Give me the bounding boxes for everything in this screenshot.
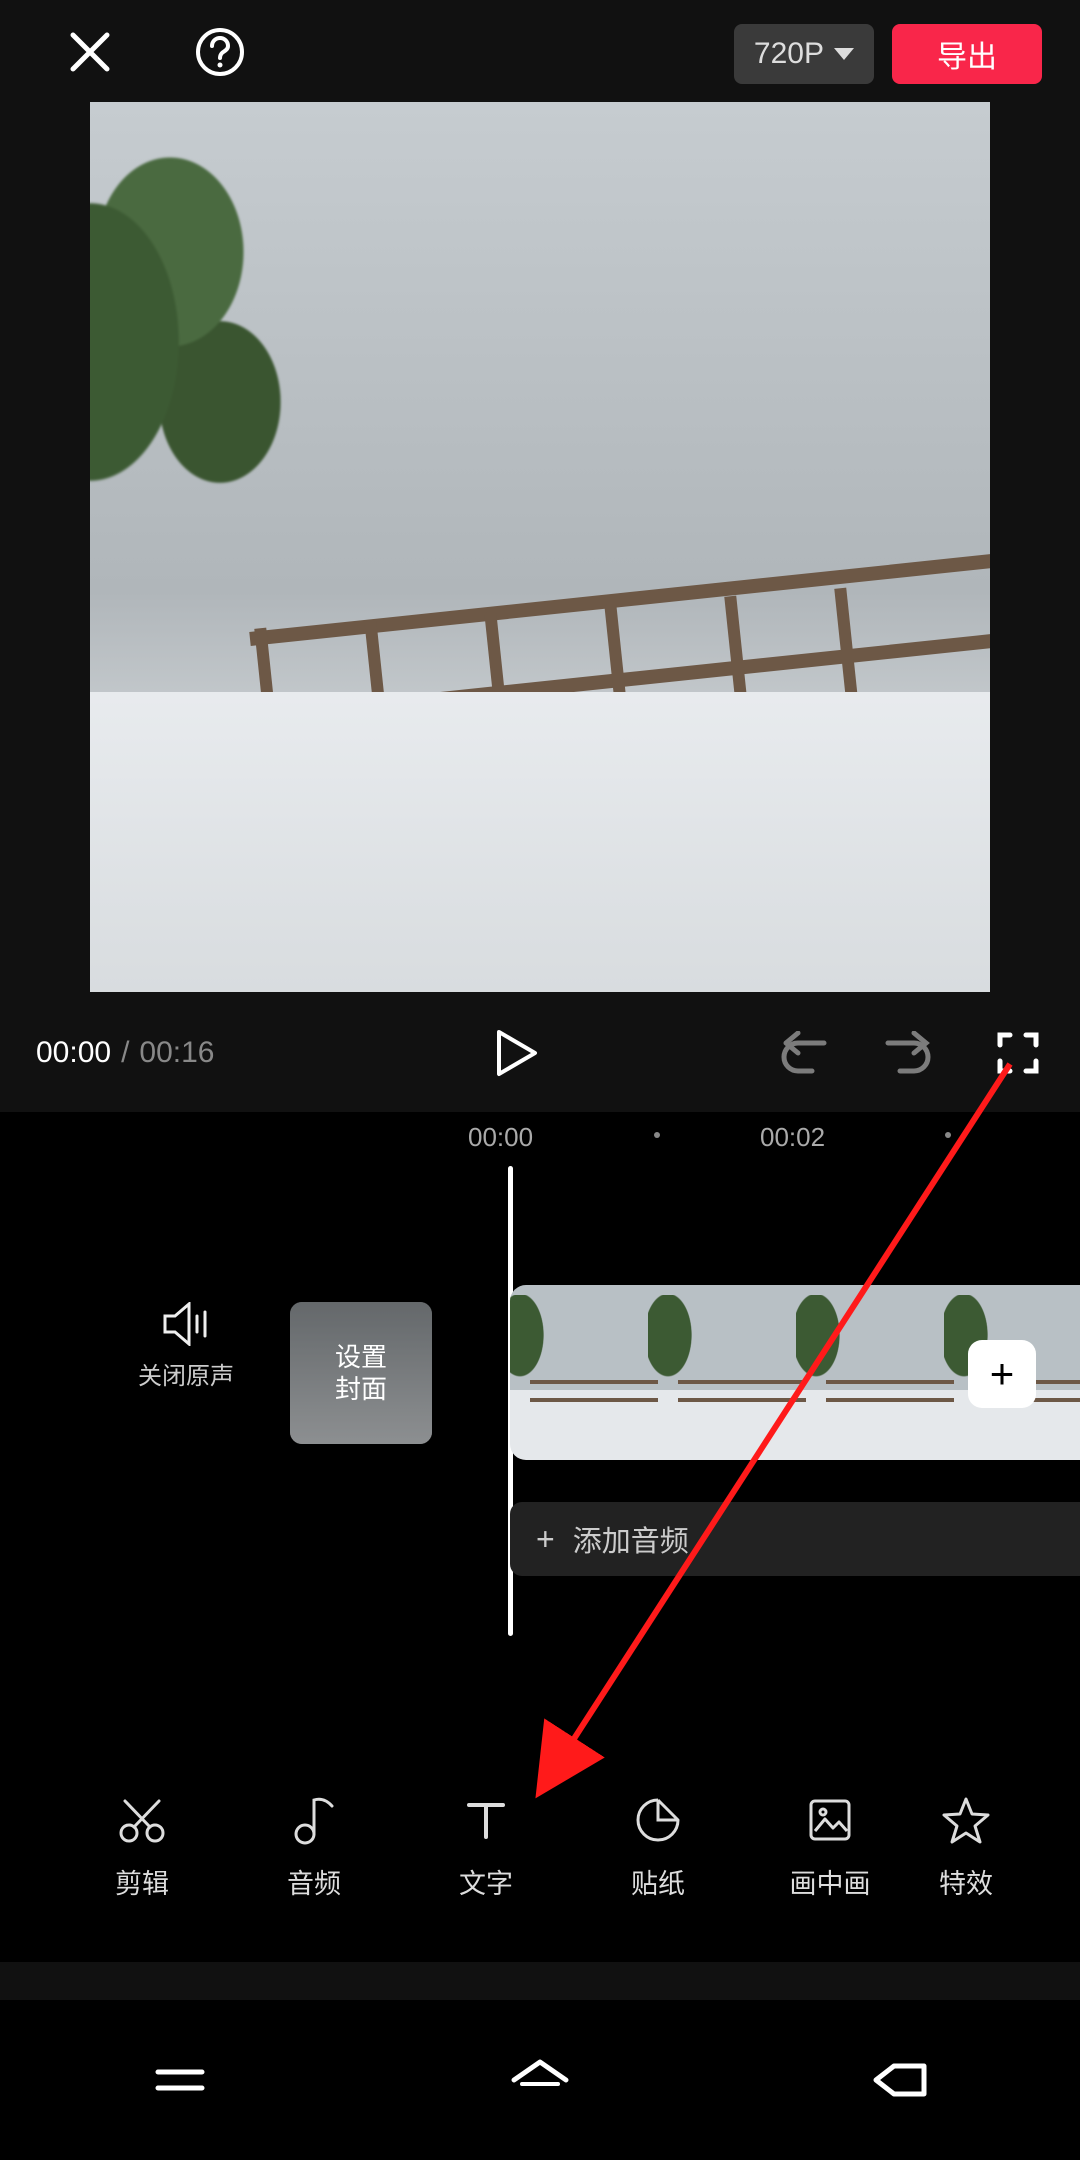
clip-thumbnail[interactable] [510, 1285, 658, 1460]
add-audio-button[interactable]: + 添加音频 [510, 1502, 1080, 1576]
close-icon [67, 29, 113, 75]
nav-home-button[interactable] [360, 2056, 720, 2104]
tool-label: 特效 [939, 1862, 993, 1901]
home-icon [508, 2056, 572, 2104]
tool-audio[interactable]: 音频 [228, 1792, 400, 1901]
plus-icon: + [990, 1350, 1015, 1398]
ruler-dot [945, 1132, 951, 1138]
timeline-ruler[interactable]: 00:00 00:02 [0, 1112, 1080, 1164]
speaker-icon [161, 1302, 211, 1346]
help-button[interactable] [190, 22, 250, 82]
nav-back-button[interactable] [720, 2058, 1080, 2102]
tool-bar: 剪辑 音频 文字 贴纸 画中画 [0, 1792, 1080, 1901]
redo-icon [882, 1031, 932, 1075]
star-icon [938, 1792, 994, 1848]
close-button[interactable] [60, 22, 120, 82]
menu-icon [152, 2060, 208, 2100]
add-audio-label: 添加音频 [573, 1518, 689, 1560]
help-icon [194, 26, 246, 78]
tool-sticker[interactable]: 贴纸 [572, 1792, 744, 1901]
play-button[interactable] [495, 1028, 539, 1078]
tool-cut[interactable]: 剪辑 [56, 1792, 228, 1901]
play-icon [495, 1028, 539, 1078]
mute-label: 关闭原声 [138, 1356, 234, 1391]
tool-pip[interactable]: 画中画 [744, 1792, 916, 1901]
scissors-icon [114, 1792, 170, 1848]
redo-button[interactable] [882, 1031, 932, 1075]
audio-track-row: + 添加音频 [0, 1502, 1080, 1588]
tool-label: 画中画 [790, 1862, 871, 1901]
time-current: 00:00 [36, 1036, 111, 1070]
video-track-row: 关闭原声 设置 封面 + [0, 1312, 1080, 1472]
time-total: 00:16 [139, 1036, 214, 1070]
tool-text[interactable]: 文字 [400, 1792, 572, 1901]
tool-label: 贴纸 [631, 1862, 685, 1901]
add-clip-button[interactable]: + [968, 1340, 1036, 1408]
fullscreen-icon [996, 1031, 1040, 1075]
chevron-down-icon [834, 48, 854, 60]
undo-button[interactable] [780, 1031, 830, 1075]
resolution-label: 720P [754, 37, 824, 71]
mute-original-sound-button[interactable]: 关闭原声 [126, 1302, 246, 1391]
preview-foreground [90, 692, 990, 992]
export-label: 导出 [937, 32, 997, 76]
timeline-section: 00:00 00:02 关闭原声 设置 封面 + [0, 1112, 1080, 1962]
clip-thumbnail[interactable] [658, 1285, 806, 1460]
ruler-tick: 00:02 [760, 1122, 825, 1153]
export-button[interactable]: 导出 [892, 24, 1042, 84]
back-icon [870, 2058, 930, 2102]
sticker-icon [630, 1792, 686, 1848]
top-bar: 720P 导出 [0, 0, 1080, 98]
clip-thumbnail[interactable] [806, 1285, 954, 1460]
preview-foreground [90, 142, 330, 682]
preview-area [0, 98, 1080, 992]
resolution-selector[interactable]: 720P [734, 24, 874, 84]
image-in-image-icon [802, 1792, 858, 1848]
tool-label: 音频 [287, 1862, 341, 1901]
text-icon [458, 1792, 514, 1848]
ruler-dot [654, 1132, 660, 1138]
playback-bar: 00:00 / 00:16 [0, 1008, 1080, 1098]
nav-menu-button[interactable] [0, 2060, 360, 2100]
video-preview[interactable] [90, 102, 990, 992]
tool-label: 文字 [459, 1862, 513, 1901]
tool-label: 剪辑 [115, 1862, 169, 1901]
fullscreen-button[interactable] [996, 1031, 1040, 1075]
cover-label: 设置 封面 [335, 1341, 387, 1406]
time-separator: / [121, 1036, 129, 1070]
plus-icon: + [536, 1521, 555, 1558]
undo-icon [780, 1031, 830, 1075]
music-note-icon [286, 1792, 342, 1848]
system-nav-bar [0, 2000, 1080, 2160]
tool-effect[interactable]: 特效 [916, 1792, 1016, 1901]
set-cover-button[interactable]: 设置 封面 [290, 1302, 432, 1444]
ruler-tick: 00:00 [468, 1122, 533, 1153]
